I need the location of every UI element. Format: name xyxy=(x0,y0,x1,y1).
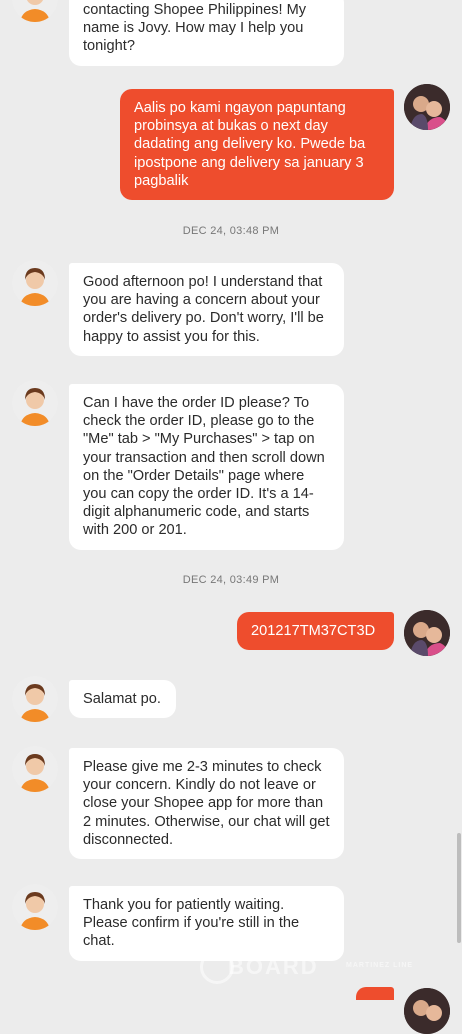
user-message-bubble: Aalis po kami ngayon papuntang probinsya… xyxy=(120,89,394,201)
agent-avatar-icon[interactable] xyxy=(12,380,58,426)
agent-message-bubble: contacting Shopee Philippines! My name i… xyxy=(69,0,344,66)
agent-avatar-icon[interactable] xyxy=(12,884,58,930)
agent-avatar-icon[interactable] xyxy=(12,260,58,306)
user-message-bubble: 201217TM37CT3D xyxy=(237,612,394,651)
user-message-text: 201217TM37CT3D xyxy=(251,623,376,639)
agent-avatar-icon[interactable] xyxy=(12,0,58,22)
agent-message-bubble: Salamat po. xyxy=(69,680,176,719)
agent-message-text: Please give me 2-3 minutes to check your… xyxy=(83,759,330,848)
user-avatar-icon[interactable] xyxy=(404,84,450,130)
agent-message-text: Thank you for patiently waiting. Please … xyxy=(83,897,300,950)
agent-avatar-icon[interactable] xyxy=(12,676,58,722)
user-avatar-icon[interactable] xyxy=(404,988,450,1034)
agent-message-text: Salamat po. xyxy=(83,691,161,707)
agent-message-bubble: Please give me 2-3 minutes to check your… xyxy=(69,748,344,860)
watermark-text: MARTINEZ LINE xyxy=(346,962,414,969)
user-message-text: Aalis po kami ngayon papuntang probinsya… xyxy=(134,100,366,189)
agent-message-bubble: Good afternoon po! I understand that you… xyxy=(69,263,344,356)
agent-avatar-icon[interactable] xyxy=(12,746,58,792)
chat-timestamp: DEC 24, 03:48 PM xyxy=(182,225,280,237)
user-avatar-icon[interactable] xyxy=(404,610,450,656)
agent-message-text: contacting Shopee Philippines! My name i… xyxy=(83,2,307,55)
agent-message-bubble: Can I have the order ID please? To check… xyxy=(69,384,344,550)
scrollbar[interactable] xyxy=(457,833,461,943)
agent-message-bubble: Thank you for patiently waiting. Please … xyxy=(69,886,344,961)
agent-message-text: Can I have the order ID please? To check… xyxy=(83,395,325,539)
user-message-bubble xyxy=(356,987,394,1000)
agent-message-text: Good afternoon po! I understand that you… xyxy=(83,274,324,345)
chat-timestamp: DEC 24, 03:49 PM xyxy=(182,574,280,586)
